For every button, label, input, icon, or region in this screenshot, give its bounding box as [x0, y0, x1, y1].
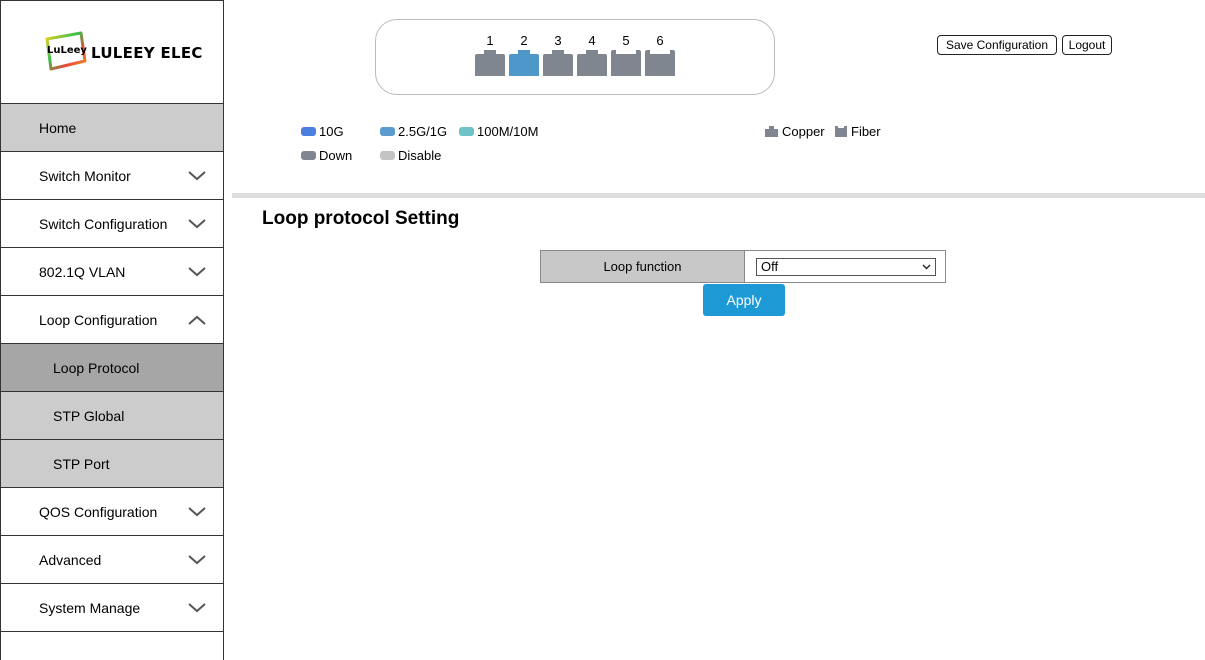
- logo-badge-text: LuLeey: [47, 45, 87, 56]
- legend-fiber: Fiber: [835, 124, 881, 139]
- legend-down-swatch: [301, 151, 316, 160]
- sidebar-item-label: QOS Configuration: [39, 503, 158, 520]
- legend-10g-swatch: [301, 127, 316, 136]
- page-title: Loop protocol Setting: [262, 208, 460, 229]
- sidebar-item-label: Loop Protocol: [53, 359, 140, 376]
- copper-port-icon: [577, 50, 607, 76]
- sidebar-item-loop-configuration[interactable]: Loop Configuration: [1, 296, 223, 344]
- sidebar-item-label: Advanced: [39, 551, 102, 568]
- legend-100m-swatch: [459, 127, 474, 136]
- loop-function-select[interactable]: Off: [756, 257, 936, 276]
- loop-function-cell: Off: [745, 251, 945, 282]
- port-number: 1: [486, 33, 494, 48]
- legend-disable-swatch: [380, 151, 395, 160]
- sidebar: LuLeey LULEEY ELEC Home Switch Monitor Swi…: [0, 0, 224, 660]
- port-5[interactable]: 5: [611, 33, 641, 76]
- logo: LuLeey LULEEY ELEC: [1, 1, 223, 103]
- sidebar-item-stp-global[interactable]: STP Global: [1, 392, 223, 440]
- sidebar-item-802-1q-vlan[interactable]: 802.1Q VLAN: [1, 248, 223, 296]
- legend-down: Down: [301, 148, 352, 163]
- port-3[interactable]: 3: [543, 33, 573, 76]
- sidebar-item-label: STP Global: [53, 407, 125, 424]
- apply-button[interactable]: Apply: [703, 284, 785, 316]
- logout-button[interactable]: Logout: [1062, 35, 1112, 55]
- sidebar-item-label: 802.1Q VLAN: [39, 263, 126, 280]
- brand-name: LULEEY ELEC: [91, 44, 203, 62]
- sidebar-item-label: System Manage: [39, 599, 141, 616]
- loop-function-label: Loop function: [541, 251, 745, 282]
- legend-25g-label: 2.5G/1G: [398, 124, 448, 139]
- port-number: 3: [554, 33, 562, 48]
- sidebar-item-loop-protocol[interactable]: Loop Protocol: [1, 344, 223, 392]
- fiber-port-icon: [645, 50, 675, 76]
- sidebar-item-stp-port[interactable]: STP Port: [1, 440, 223, 488]
- sidebar-item-switch-configuration[interactable]: Switch Configuration: [1, 200, 223, 248]
- legend-25g-swatch: [380, 127, 395, 136]
- legend-disable: Disable: [380, 148, 441, 163]
- sidebar-nav: Home Switch Monitor Switch Configuration 80…: [1, 103, 223, 632]
- legend-25g: 2.5G/1G: [380, 124, 447, 139]
- loop-setting-table: Loop function Off: [540, 250, 946, 283]
- legend-copper: Copper: [765, 124, 825, 139]
- sidebar-item-label: STP Port: [53, 455, 110, 472]
- save-configuration-button[interactable]: Save Configuration: [937, 35, 1057, 55]
- copper-port-icon: [475, 50, 505, 76]
- chevron-down-icon: [188, 506, 206, 516]
- copper-port-icon: [543, 50, 573, 76]
- fiber-port-icon: [611, 50, 641, 76]
- port-1[interactable]: 1: [475, 33, 505, 76]
- port-panel: 1 2 3 4 5 6: [375, 19, 775, 95]
- port-number: 4: [588, 33, 596, 48]
- sidebar-item-switch-monitor[interactable]: Switch Monitor: [1, 152, 223, 200]
- chevron-down-icon: [188, 602, 206, 612]
- chevron-down-icon: [188, 266, 206, 276]
- port-2[interactable]: 2: [509, 33, 539, 76]
- legend-100m: 100M/10M: [459, 124, 538, 139]
- legend-100m-label: 100M/10M: [477, 124, 539, 139]
- legend-10g-label: 10G: [319, 124, 344, 139]
- legend-down-label: Down: [319, 148, 353, 163]
- sidebar-item-advanced[interactable]: Advanced: [1, 536, 223, 584]
- port-number: 5: [622, 33, 630, 48]
- chevron-up-icon: [188, 315, 206, 325]
- header-divider: [232, 193, 1205, 198]
- chevron-down-icon: [188, 218, 206, 228]
- port-4[interactable]: 4: [577, 33, 607, 76]
- sidebar-item-label: Home: [39, 119, 77, 136]
- fiber-port-icon: [835, 126, 847, 137]
- legend-fiber-label: Fiber: [851, 124, 881, 139]
- legend-disable-label: Disable: [398, 148, 442, 163]
- sidebar-item-home[interactable]: Home: [1, 103, 223, 152]
- chevron-down-icon: [188, 554, 206, 564]
- legend-10g: 10G: [301, 124, 344, 139]
- sidebar-item-label: Switch Configuration: [39, 215, 168, 232]
- loop-function-selected-value: Off: [761, 259, 779, 274]
- chevron-down-icon: [922, 264, 931, 269]
- copper-port-icon: [765, 126, 778, 137]
- port-number: 2: [520, 33, 528, 48]
- sidebar-item-qos-configuration[interactable]: QOS Configuration: [1, 488, 223, 536]
- sidebar-item-label: Loop Configuration: [39, 311, 158, 328]
- port-number: 6: [656, 33, 664, 48]
- sidebar-item-system-manage[interactable]: System Manage: [1, 584, 223, 632]
- legend-copper-label: Copper: [782, 124, 825, 139]
- sidebar-item-label: Switch Monitor: [39, 167, 131, 184]
- port-6[interactable]: 6: [645, 33, 675, 76]
- copper-port-icon: [509, 50, 539, 76]
- chevron-down-icon: [188, 170, 206, 180]
